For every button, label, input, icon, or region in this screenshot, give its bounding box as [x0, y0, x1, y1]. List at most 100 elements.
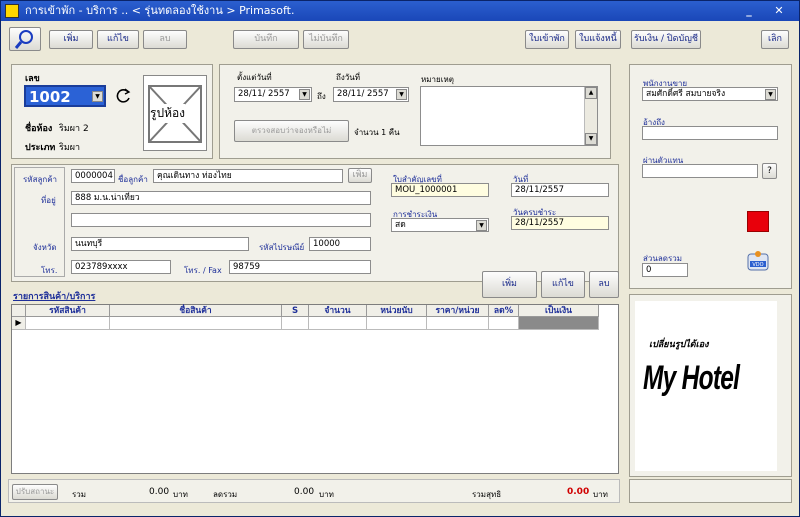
hotel-logo[interactable]: เปลี่ยนรูปได้เอง My Hotel — [635, 301, 777, 471]
items-title: รายการสินค้า/บริการ — [13, 292, 96, 302]
table-cell[interactable] — [282, 317, 309, 330]
doc-date-field[interactable]: 28/11/2557 — [511, 183, 609, 197]
chevron-down-icon: ▼ — [299, 89, 310, 100]
to-date-picker[interactable]: 28/11/ 2557 ▼ — [333, 87, 409, 102]
note-scrollbar[interactable]: ▲ ▼ — [584, 87, 597, 145]
discount-unit: บาท — [319, 490, 334, 499]
table-row[interactable]: ▶ — [12, 317, 618, 330]
sum-unit: บาท — [173, 490, 188, 499]
grid-corner — [12, 305, 26, 317]
table-cell[interactable] — [110, 317, 282, 330]
col-header[interactable]: ราคา/หน่วย — [427, 305, 489, 317]
zip-label: รหัสไปรษณีย์ — [259, 243, 305, 252]
search-button[interactable] — [9, 27, 41, 51]
col-header[interactable]: ลด% — [489, 305, 519, 317]
grid-header: รหัสสินค้า ชื่อสินค้า S จำนวน หน่วยนับ ร… — [12, 305, 618, 317]
discount-value: 0.00 — [294, 487, 315, 497]
cancel-button[interactable]: ไม่บันทึก — [303, 30, 349, 49]
customer-code-field[interactable]: 0000004 — [71, 169, 115, 183]
minimize-button[interactable]: _ — [741, 4, 757, 18]
customer-name-label: ชื่อลูกค้า — [118, 175, 148, 184]
col-header[interactable]: S — [282, 305, 309, 317]
col-header[interactable]: ชื่อสินค้า — [110, 305, 282, 317]
delete-button[interactable]: ลบ — [143, 30, 187, 49]
chevron-up-icon[interactable]: ▲ — [585, 87, 597, 99]
zip-field[interactable]: 10000 — [309, 237, 371, 251]
province-label: จังหวัด — [33, 243, 57, 252]
net-label: รวมสุทธิ — [472, 490, 502, 499]
salesperson-select[interactable]: สมศักดิ์ศรี สมบายจริง ▼ — [642, 87, 778, 101]
vdo-icon[interactable]: VDO — [747, 250, 769, 272]
fax-label: โทร. / Fax — [184, 266, 222, 275]
agent-lookup-button[interactable]: ? — [762, 163, 777, 179]
edit-button[interactable]: แก้ไข — [97, 30, 139, 49]
address-line2-field[interactable] — [71, 213, 371, 227]
tel-label: โทร. — [41, 266, 58, 275]
item-delete-button[interactable]: ลบ — [589, 271, 619, 298]
col-header[interactable]: รหัสสินค้า — [26, 305, 110, 317]
from-date-label: ตั้งแต่วันที่ — [237, 73, 272, 82]
chevron-down-icon: ▼ — [476, 220, 487, 231]
add-button[interactable]: เพิ่ม — [49, 30, 93, 49]
reference-field[interactable] — [642, 126, 778, 140]
net-unit: บาท — [593, 490, 608, 499]
save-button[interactable]: บันทึก — [233, 30, 299, 49]
note-textarea[interactable] — [420, 86, 598, 146]
window-title: การเข้าพัก - บริการ .. < รุ่นทดลองใช้งาน… — [25, 4, 295, 17]
room-type-value: ริมผา — [59, 143, 81, 153]
province-field[interactable]: นนทบุรี — [71, 237, 249, 251]
chevron-down-icon: ▼ — [396, 89, 407, 100]
room-name-label: ชื่อห้อง — [25, 124, 53, 134]
room-photo-label: รูปห้อง — [150, 104, 186, 123]
adjust-status-button[interactable]: ปรับสถานะ — [12, 484, 58, 500]
net-value: 0.00 — [567, 487, 590, 497]
from-date-picker[interactable]: 28/11/ 2557 ▼ — [234, 87, 312, 102]
row-pointer-icon: ▶ — [12, 317, 26, 330]
room-name-value: ริมผา 2 — [59, 124, 89, 134]
room-type-label: ประเภท — [25, 143, 56, 153]
col-header[interactable]: เป็นเงิน — [519, 305, 599, 317]
agent-field[interactable] — [642, 164, 758, 178]
app-icon — [5, 4, 19, 18]
main-window: การเข้าพัก - บริการ .. < รุ่นทดลองใช้งาน… — [0, 0, 800, 517]
address-label: ที่อยู่ — [41, 196, 56, 205]
chevron-down-icon[interactable]: ▼ — [585, 133, 597, 145]
exit-button[interactable]: เลิก — [761, 30, 789, 49]
sum-label: รวม — [72, 490, 87, 499]
status-indicator — [747, 211, 769, 232]
col-header[interactable]: หน่วยนับ — [367, 305, 427, 317]
room-photo[interactable]: รูปห้อง — [143, 75, 207, 151]
notify-slip-button[interactable]: ใบแจ้งหนี้ — [575, 30, 621, 49]
address-line1-field[interactable]: 888 ม.น.น่าเที่ยว — [71, 191, 371, 205]
table-cell[interactable] — [26, 317, 110, 330]
close-button[interactable]: ✕ — [771, 4, 787, 18]
fax-field[interactable]: 98759 — [229, 260, 371, 274]
room-no-select[interactable]: 1002 ▼ — [24, 85, 106, 107]
table-cell[interactable] — [427, 317, 489, 330]
doc-no-field[interactable]: MOU_1000001 — [391, 183, 489, 197]
col-header[interactable]: จำนวน — [309, 305, 367, 317]
night-count: จำนวน 1 คืน — [354, 128, 400, 137]
total-discount-field[interactable]: 0 — [642, 263, 688, 277]
table-cell[interactable] — [519, 317, 599, 330]
item-edit-button[interactable]: แก้ไข — [541, 271, 585, 298]
table-cell[interactable] — [489, 317, 519, 330]
logo-title: My Hotel — [643, 359, 740, 397]
items-grid[interactable]: รหัสสินค้า ชื่อสินค้า S จำนวน หน่วยนับ ร… — [11, 304, 619, 474]
customer-code-label: รหัสลูกค้า — [23, 175, 58, 184]
receive-close-button[interactable]: รับเงิน / ปิดบัญชี — [631, 30, 701, 49]
add-customer-button[interactable]: เพิ่ม — [348, 168, 372, 183]
check-booking-button[interactable]: ตรวจสอบว่าจองหรือไม่ — [234, 120, 349, 142]
payment-select[interactable]: สด ▼ — [391, 218, 489, 232]
tel-field[interactable]: 023789xxxx — [71, 260, 171, 274]
right-status-panel — [629, 479, 792, 503]
item-add-button[interactable]: เพิ่ม — [482, 271, 537, 298]
checkin-slip-button[interactable]: ใบเข้าพัก — [525, 30, 569, 49]
refresh-icon[interactable] — [114, 87, 132, 105]
table-cell[interactable] — [309, 317, 367, 330]
due-date-field[interactable]: 28/11/2557 — [511, 216, 609, 230]
title-bar: การเข้าพัก - บริการ .. < รุ่นทดลองใช้งาน… — [1, 1, 799, 21]
table-cell[interactable] — [367, 317, 427, 330]
customer-name-field[interactable]: คุณเดินทาง ท่องไทย — [153, 169, 343, 183]
room-no-label: เลข — [25, 74, 40, 84]
